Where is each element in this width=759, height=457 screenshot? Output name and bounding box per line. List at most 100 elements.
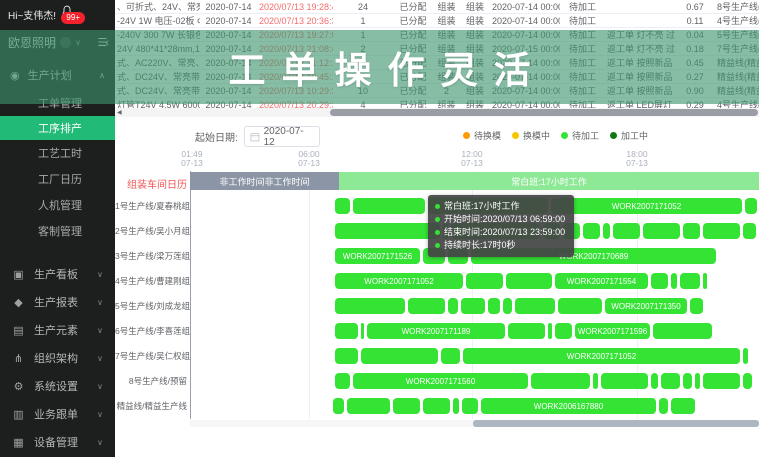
- work-order-bar[interactable]: [683, 223, 700, 239]
- work-order-bar[interactable]: [558, 298, 602, 314]
- work-order-bar[interactable]: [361, 323, 364, 339]
- sidebar-item-生产报表[interactable]: ◆生产报表∨: [0, 288, 115, 316]
- work-order-bar[interactable]: [745, 198, 757, 214]
- work-order-bar[interactable]: [408, 298, 445, 314]
- sidebar-item-业务跟单[interactable]: ▥业务跟单∨: [0, 400, 115, 428]
- table-cell: 0.67: [675, 0, 715, 14]
- work-order-bar[interactable]: WORK2007171560: [353, 373, 528, 389]
- gantt-row: 7号生产线/吴仁权组WORK2007171052: [115, 344, 759, 369]
- work-order-bar[interactable]: [453, 398, 459, 414]
- work-order-bar[interactable]: [743, 348, 748, 364]
- work-order-bar[interactable]: WORK2007171189: [367, 323, 505, 339]
- work-order-bar[interactable]: [653, 323, 712, 339]
- gantt-horizontal-scrollbar[interactable]: [190, 420, 759, 427]
- start-date-input[interactable]: 2020-07-12: [244, 126, 320, 147]
- table-row[interactable]: 、可折式、24V、常亮带2020-07-142020/07/13 19:28:4…: [115, 0, 759, 14]
- axis-tick: 06:0007-13: [298, 150, 320, 168]
- work-order-bar[interactable]: WORK2007171350: [605, 298, 687, 314]
- work-order-bar[interactable]: [503, 298, 512, 314]
- work-order-bar[interactable]: [531, 373, 590, 389]
- work-order-bar[interactable]: [508, 323, 545, 339]
- work-order-bar[interactable]: [703, 223, 740, 239]
- gantt-scrollbar-thumb[interactable]: [473, 420, 759, 427]
- work-order-bar[interactable]: [703, 273, 707, 289]
- work-order-bar[interactable]: [423, 398, 450, 414]
- shift-tooltip: 常白班:17小时工作开始时间:2020/07/13 06:59:00结束时间:2…: [428, 195, 574, 257]
- work-order-bar[interactable]: [335, 373, 350, 389]
- sidebar-item-工艺工时[interactable]: 工艺工时: [0, 140, 115, 166]
- work-order-bar[interactable]: [335, 348, 358, 364]
- sidebar-item-生产看板[interactable]: ▣生产看板∨: [0, 260, 115, 288]
- work-order-bar[interactable]: [335, 198, 350, 214]
- calendar-segment-nonwork[interactable]: 非工作时间非工作时间: [190, 172, 339, 190]
- work-order-bar[interactable]: [583, 223, 600, 239]
- work-order-bar[interactable]: [335, 323, 358, 339]
- time-axis: 01:4907-1306:0007-1312:0007-1318:0007-13: [190, 150, 759, 170]
- work-order-bar[interactable]: WORK2006167880: [481, 398, 656, 414]
- sidebar-item-工序排产[interactable]: 工序排产: [0, 116, 115, 140]
- sidebar-item-客制管理[interactable]: 客制管理: [0, 218, 115, 244]
- work-order-bar[interactable]: WORK2007171052: [463, 348, 740, 364]
- sidebar-item-组织架构[interactable]: ⋔组织架构∨: [0, 344, 115, 372]
- work-order-bar[interactable]: [441, 348, 460, 364]
- work-order-bar[interactable]: [515, 298, 555, 314]
- table-horizontal-scrollbar[interactable]: ◀: [115, 108, 759, 117]
- work-order-bar[interactable]: WORK2007171052: [335, 273, 463, 289]
- legend-dot-icon: [463, 132, 470, 139]
- sidebar-item-设备管理[interactable]: ▦设备管理∨: [0, 428, 115, 456]
- tooltip-line: 结束时间:2020/07/13 23:59:00: [435, 226, 567, 239]
- tooltip-line: 开始时间:2020/07/13 06:59:00: [435, 213, 567, 226]
- work-order-bar[interactable]: [335, 298, 405, 314]
- sidebar-item-人机管理[interactable]: 人机管理: [0, 192, 115, 218]
- sidebar-item-系统设置[interactable]: ⚙系统设置∨: [0, 372, 115, 400]
- work-order-bar[interactable]: [353, 198, 425, 214]
- calendar-segment-shift[interactable]: 常白班:17小时工作: [339, 172, 759, 190]
- work-order-bar[interactable]: WORK2007171554: [555, 273, 648, 289]
- sidebar-item-工厂日历[interactable]: 工厂日历: [0, 166, 115, 192]
- work-order-bar[interactable]: [651, 273, 668, 289]
- gantt-row: 6号生产线/李喜莲组WORK2007171189WORK2007171596: [115, 319, 759, 344]
- work-order-bar[interactable]: [506, 273, 552, 289]
- work-order-bar[interactable]: [743, 373, 752, 389]
- work-order-bar[interactable]: [661, 373, 680, 389]
- work-order-bar[interactable]: [393, 398, 420, 414]
- work-order-bar[interactable]: [593, 373, 598, 389]
- work-order-bar[interactable]: [690, 298, 703, 314]
- legend-item-待换模[interactable]: 待换模: [463, 129, 501, 142]
- work-order-bar[interactable]: [703, 373, 740, 389]
- work-order-bar[interactable]: [361, 348, 438, 364]
- work-order-bar[interactable]: [462, 398, 478, 414]
- scroll-left-arrow-icon[interactable]: ◀: [117, 109, 122, 116]
- gantt-row-label: 1号生产线/夏春桃组: [115, 200, 187, 212]
- work-order-bar[interactable]: [548, 323, 552, 339]
- work-order-bar[interactable]: WORK2007171052: [551, 198, 742, 214]
- legend-item-加工中[interactable]: 加工中: [610, 129, 648, 142]
- work-order-bar[interactable]: [613, 223, 640, 239]
- work-order-bar[interactable]: [448, 298, 458, 314]
- work-order-bar[interactable]: [488, 298, 500, 314]
- work-order-bar[interactable]: [651, 373, 658, 389]
- work-order-bar[interactable]: [743, 223, 756, 239]
- work-order-bar[interactable]: [461, 298, 485, 314]
- work-order-bar[interactable]: [603, 223, 610, 239]
- work-order-bar[interactable]: [683, 373, 692, 389]
- legend-item-换模中[interactable]: 换模中: [512, 129, 550, 142]
- work-order-bar[interactable]: [671, 273, 677, 289]
- work-order-bar[interactable]: [335, 223, 440, 239]
- work-order-bar[interactable]: WORK2007171596: [575, 323, 650, 339]
- work-order-bar[interactable]: [695, 373, 700, 389]
- legend-item-待加工[interactable]: 待加工: [561, 129, 599, 142]
- work-order-bar[interactable]: [555, 323, 572, 339]
- table-row[interactable]: -24V 1W 电压-02板 Φ29m2020-07-142020/07/13 …: [115, 14, 759, 28]
- table-scrollbar-thumb[interactable]: [330, 109, 758, 116]
- work-order-bar[interactable]: [601, 373, 648, 389]
- work-order-bar[interactable]: [680, 273, 700, 289]
- work-order-bar[interactable]: [466, 273, 503, 289]
- work-order-bar[interactable]: [671, 398, 695, 414]
- work-order-bar[interactable]: [347, 398, 390, 414]
- work-order-bar[interactable]: [643, 223, 680, 239]
- work-order-bar[interactable]: WORK2007171526: [335, 248, 420, 264]
- work-order-bar[interactable]: [659, 398, 668, 414]
- sidebar-item-生产元素[interactable]: ▤生产元素∨: [0, 316, 115, 344]
- work-order-bar[interactable]: [333, 398, 344, 414]
